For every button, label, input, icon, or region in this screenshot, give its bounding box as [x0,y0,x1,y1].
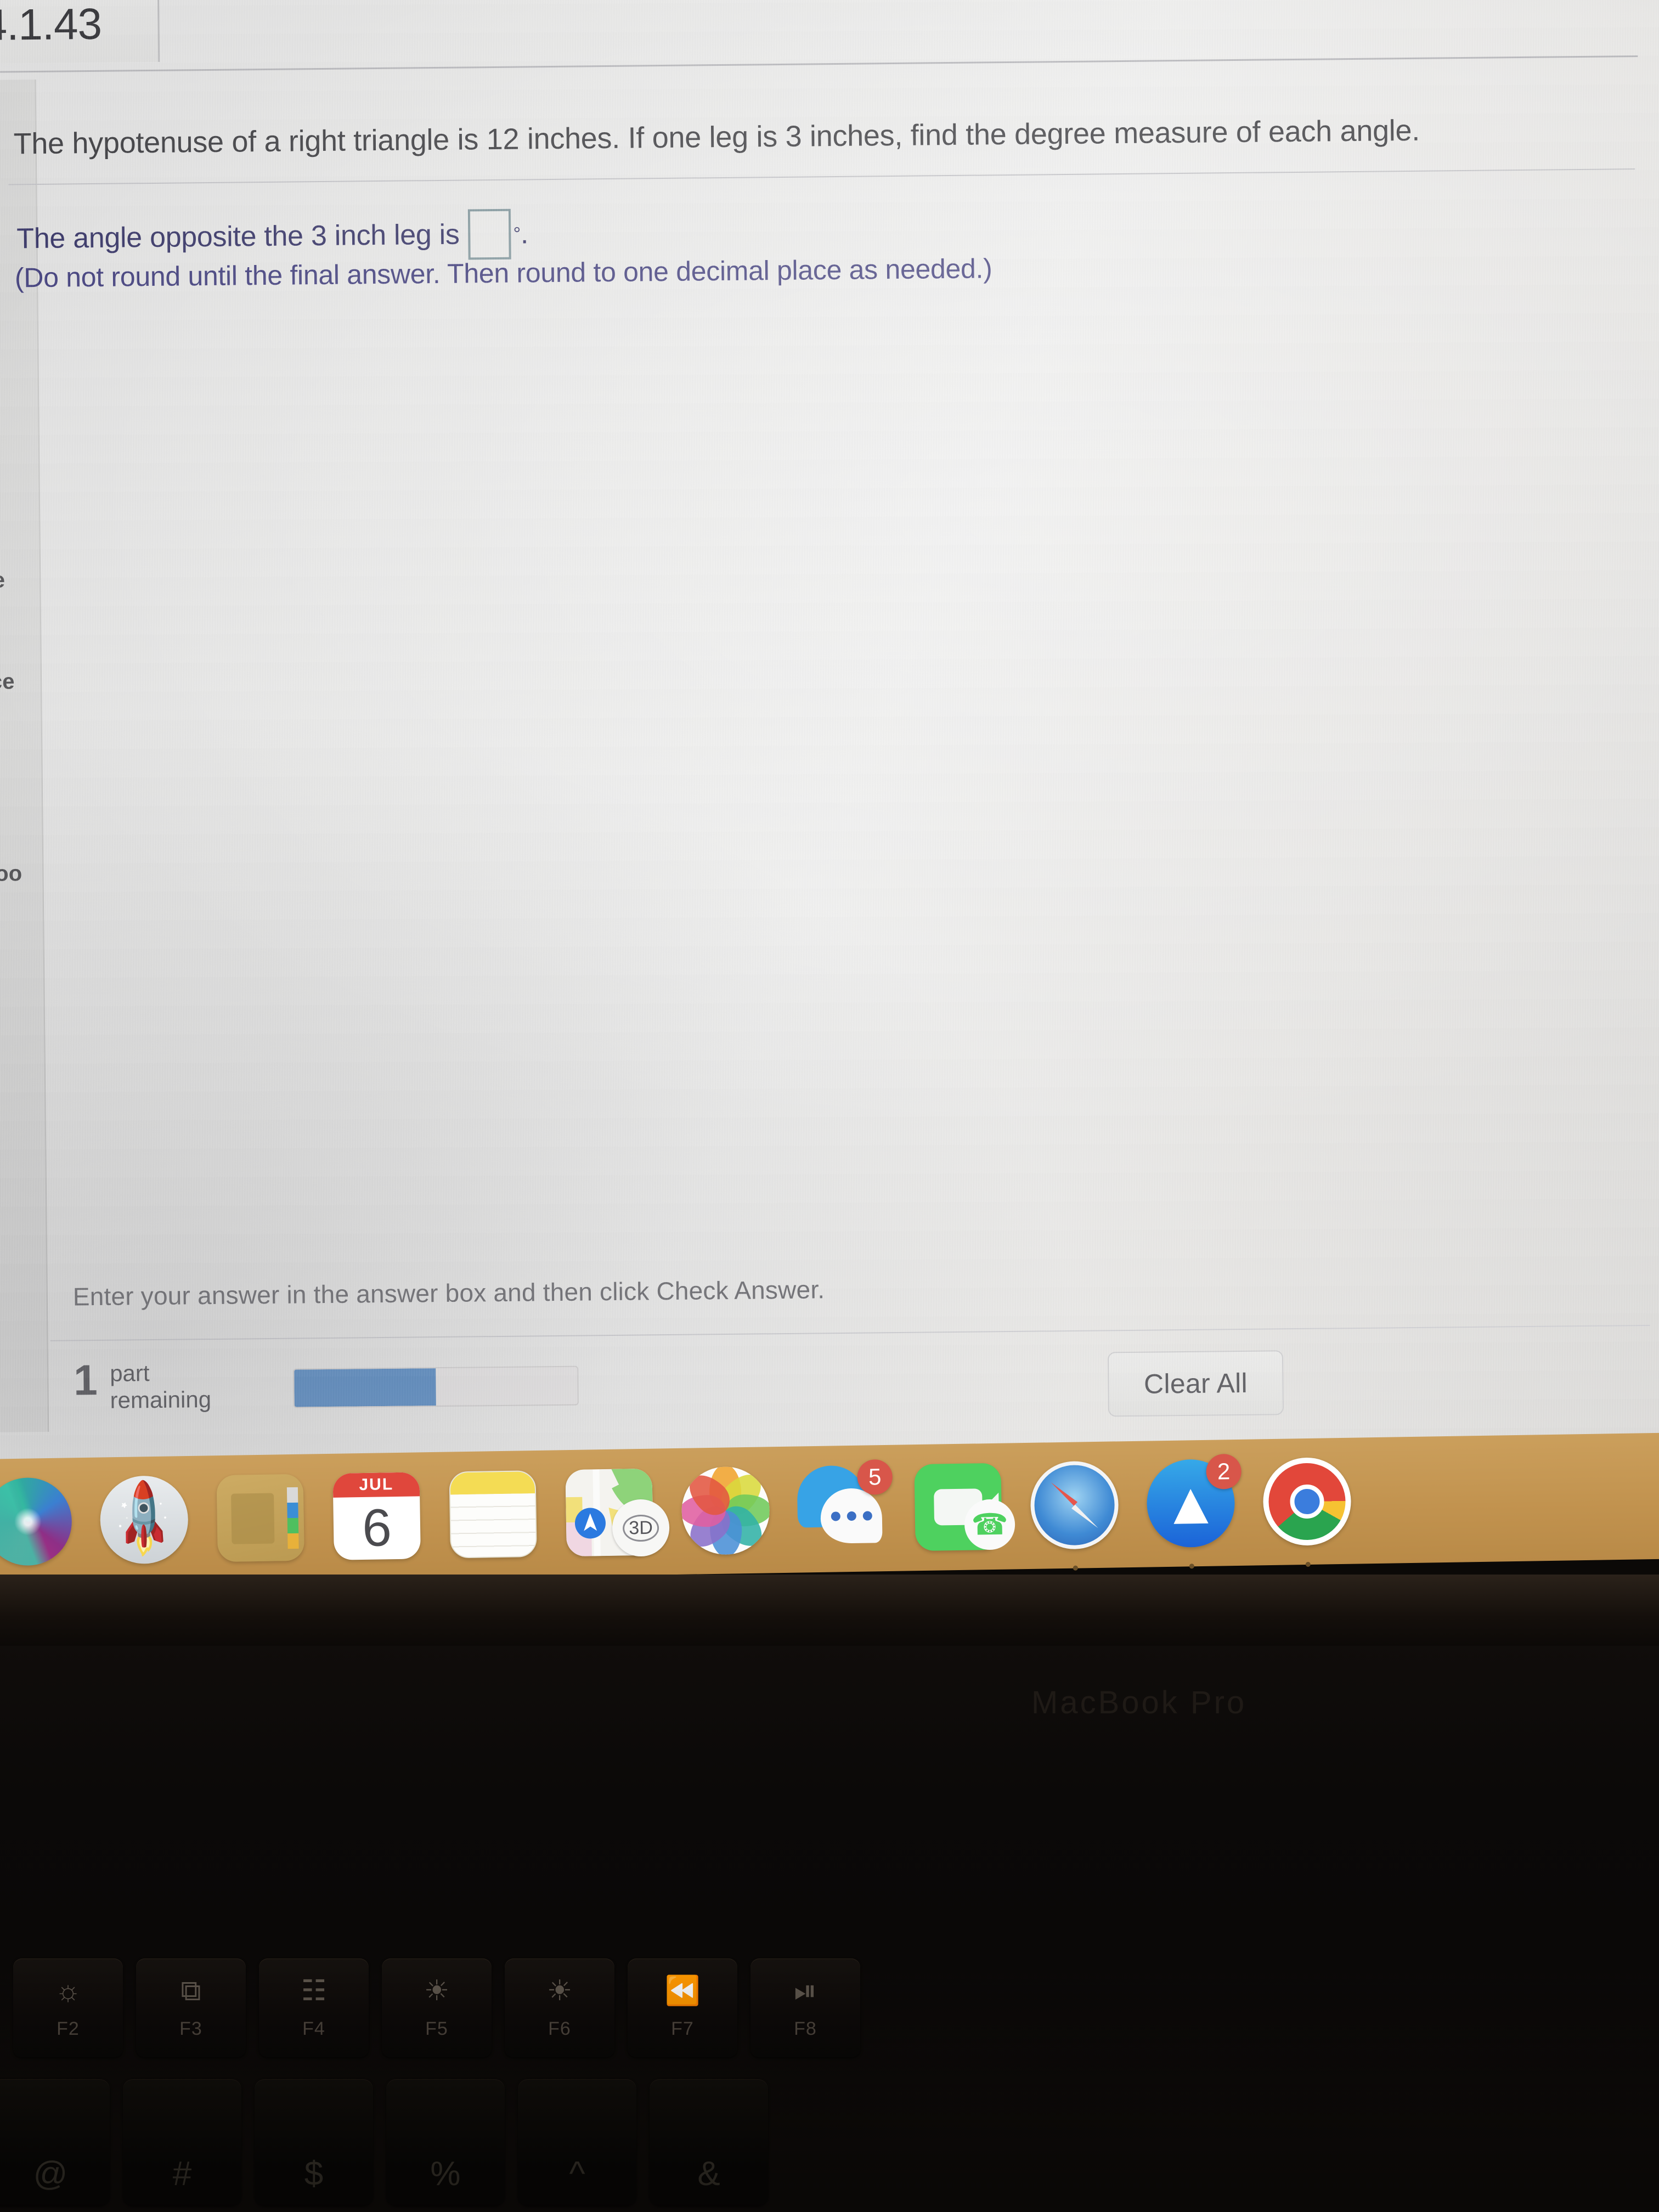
exercise-number-label: 4.1.43 [0,0,102,49]
answer-instruction: Enter your answer in the answer box and … [72,1275,825,1311]
key-f3[interactable]: ⧉ F3 [136,1959,246,2057]
dock-item-photos[interactable] [678,1463,773,1558]
answer-suffix: . [520,218,529,250]
key-f7[interactable]: ⏪ F7 [628,1959,737,2057]
key-f8-label: F8 [794,2018,817,2039]
macos-dock[interactable]: 🚀 JUL 6 3D 5 ☎ ▲ 2 [0,1432,1659,1587]
safari-compass-icon [1030,1460,1119,1550]
notes-icon [449,1470,537,1559]
exercise-number-tab[interactable]: 4.1.43 [0,0,160,64]
mymathlab-exercise-window: k ce rce s Too 4.1.43 The hypotenuse of … [0,0,1659,1490]
key-f2[interactable]: ☼ F2 [13,1959,123,2057]
footer-divider [50,1324,1650,1341]
photograph-of-laptop: k ce rce s Too 4.1.43 The hypotenuse of … [0,0,1659,2212]
dock-item-app-store[interactable]: ▲ 2 [1143,1453,1242,1569]
laptop-screen: k ce rce s Too 4.1.43 The hypotenuse of … [0,0,1659,1490]
key-f6[interactable]: ☀ F6 [505,1959,614,2057]
siri-icon [0,1477,73,1566]
key-hash[interactable]: # [123,2079,241,2205]
answer-input[interactable] [468,208,512,260]
progress-bar [293,1365,579,1408]
key-at[interactable]: @ [0,2079,110,2205]
question-text: The hypotenuse of a right triangle is 12… [13,114,1420,161]
degree-symbol: ° [513,223,521,245]
chrome-icon [1262,1457,1352,1547]
key-ampersand[interactable]: & [650,2079,768,2205]
work-area [41,284,1649,1270]
dock-item-safari[interactable] [1027,1458,1122,1571]
progress-bar-fill [294,1368,436,1407]
key-f4[interactable]: ☷ F4 [259,1959,369,2057]
dock-item-launchpad[interactable]: 🚀 [97,1472,191,1567]
keyboard-backlight-down-icon: ☀ [424,1974,450,2007]
mission-control-icon: ⧉ [180,1974,201,2007]
key-f4-label: F4 [302,2018,325,2039]
calendar-icon: JUL 6 [332,1472,421,1560]
keyboard-backlight-up-icon: ☀ [546,1974,573,2007]
key-f3-label: F3 [179,2018,202,2039]
contacts-book-icon [216,1474,304,1562]
rewind-icon: ⏪ [664,1974,701,2007]
dock-item-calendar[interactable]: JUL 6 [329,1469,424,1564]
key-f8[interactable]: ⏯ F8 [751,1959,860,2057]
key-caret[interactable]: ^ [518,2079,636,2205]
dock-item-chrome[interactable] [1260,1454,1355,1567]
key-dollar[interactable]: $ [255,2079,373,2205]
sidebar-item-2[interactable]: rce [0,669,15,695]
dock-item-messages[interactable]: 5 [794,1459,893,1556]
answer-prompt-label: The angle opposite the 3 inch leg is [16,218,460,255]
answer-prompt-row: The angle opposite the 3 inch leg is ° . [16,208,529,264]
dock-item-notes[interactable] [445,1467,540,1562]
dock-item-contacts[interactable] [213,1471,308,1566]
sidebar-item-4[interactable]: Too [0,861,22,887]
laptop-hinge [0,1575,1659,1646]
calendar-day: 6 [362,1498,392,1558]
clear-all-button[interactable]: Clear All [1107,1350,1284,1417]
launchpad-grid-icon: ☷ [301,1974,327,2007]
key-f7-label: F7 [671,2018,694,2039]
dock-item-siri[interactable] [0,1474,75,1587]
key-f6-label: F6 [548,2018,571,2039]
parts-remaining-count: 1 [73,1356,98,1404]
brightness-up-icon: ☼ [55,1974,81,2007]
dock-item-facetime[interactable]: ☎ [911,1460,1015,1555]
maps-3d-badge[interactable]: 3D [612,1499,670,1557]
launchpad-rocket-icon: 🚀 [99,1475,189,1565]
play-pause-icon: ⏯ [794,1974,817,2007]
phone-icon: ☎ [964,1499,1015,1550]
function-key-row[interactable]: ☼ F2 ⧉ F3 ☷ F4 ☀ F5 ☀ F6 ⏪ F7 ⏯ F8 [0,1959,1659,2060]
sidebar-item-1[interactable]: ce [0,568,5,593]
dock-item-maps[interactable]: 3D [562,1465,670,1560]
key-percent[interactable]: % [386,2079,505,2205]
laptop-body: MacBook Pro ☼ F2 ⧉ F3 ☷ F4 ☀ F5 ☀ F6 ⏪ F… [0,1575,1659,2212]
key-f5[interactable]: ☀ F5 [382,1959,492,2057]
app-store-badge: 2 [1206,1453,1242,1489]
key-f2-label: F2 [57,2018,80,2039]
macbook-watermark: MacBook Pro [1031,1685,1247,1720]
photos-pinwheel-icon [681,1466,770,1555]
key-f5-label: F5 [425,2018,448,2039]
calendar-month: JUL [332,1472,420,1498]
number-key-row[interactable]: @ # $ % ^ & [0,2079,1659,2211]
progress-row: 1 part remaining [74,1343,1610,1429]
question-divider [8,168,1635,185]
header-divider [0,55,1638,73]
parts-remaining-label: part remaining [109,1360,212,1413]
